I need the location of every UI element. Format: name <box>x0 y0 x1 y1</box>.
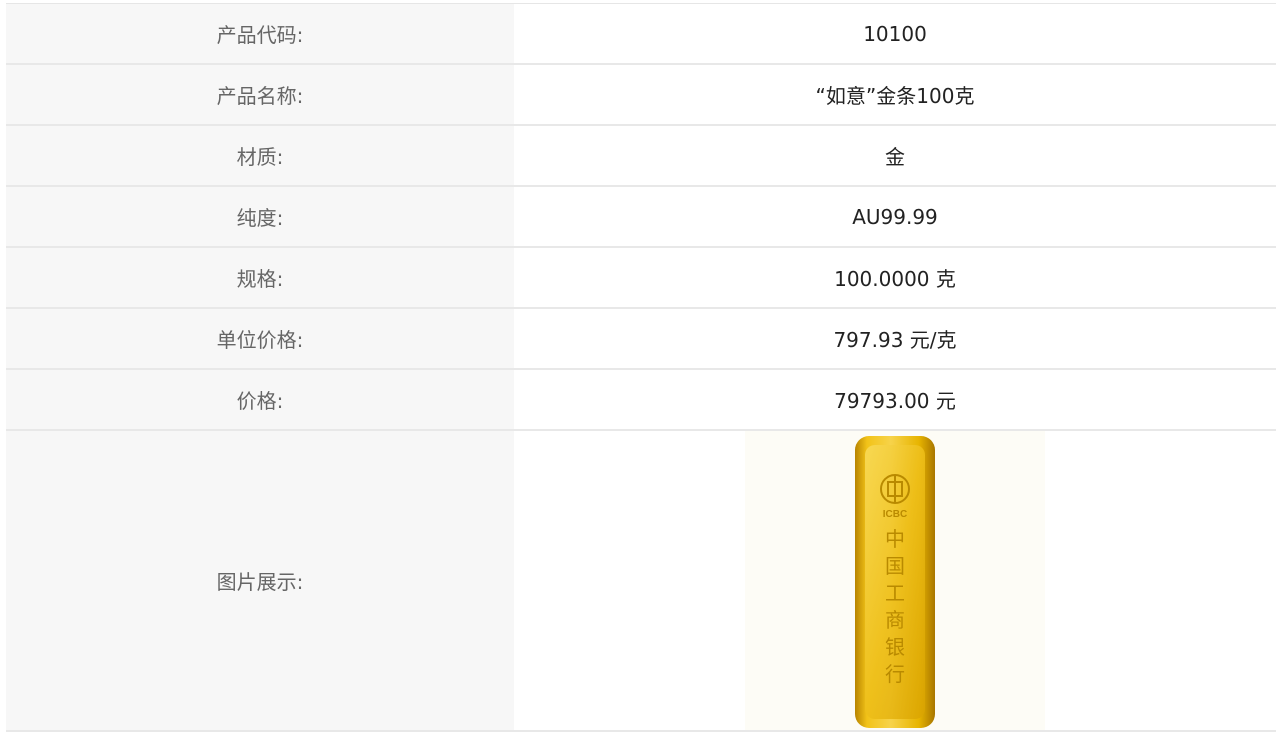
label-unit-price: 单位价格: <box>6 309 514 368</box>
bar-char-6: 行 <box>885 662 905 686</box>
bar-char-4: 商 <box>885 608 905 632</box>
bar-brand-text: ICBC <box>883 509 907 520</box>
value-product-code: 10100 <box>514 4 1276 63</box>
row-product-code: 产品代码: 10100 <box>6 4 1276 65</box>
bar-char-1: 中 <box>885 527 905 551</box>
value-product-name: “如意”金条100克 <box>514 65 1276 124</box>
bar-char-3: 工 <box>885 581 905 605</box>
product-detail-table: 产品代码: 10100 产品名称: “如意”金条100克 材质: 金 纯度: A… <box>6 3 1276 732</box>
value-purity: AU99.99 <box>514 187 1276 246</box>
row-material: 材质: 金 <box>6 126 1276 187</box>
gold-bar-image: ICBC 中 国 工 商 银 行 <box>745 431 1045 730</box>
label-material: 材质: <box>6 126 514 185</box>
row-price: 价格: 79793.00 元 <box>6 370 1276 431</box>
row-specification: 规格: 100.0000 克 <box>6 248 1276 309</box>
row-purity: 纯度: AU99.99 <box>6 187 1276 248</box>
value-price: 79793.00 元 <box>514 370 1276 429</box>
row-unit-price: 单位价格: 797.93 元/克 <box>6 309 1276 370</box>
value-material: 金 <box>514 126 1276 185</box>
label-product-name: 产品名称: <box>6 65 514 124</box>
label-price: 价格: <box>6 370 514 429</box>
value-unit-price: 797.93 元/克 <box>514 309 1276 368</box>
row-image-display: 图片展示: ICBC 中 国 工 商 银 行 <box>6 431 1276 732</box>
label-image-display: 图片展示: <box>6 431 514 730</box>
gold-bar-illustration: ICBC 中 国 工 商 银 行 <box>855 436 935 728</box>
label-specification: 规格: <box>6 248 514 307</box>
value-image-display: ICBC 中 国 工 商 银 行 <box>514 431 1276 730</box>
label-product-code: 产品代码: <box>6 4 514 63</box>
bar-char-2: 国 <box>885 554 905 578</box>
value-specification: 100.0000 克 <box>514 248 1276 307</box>
label-purity: 纯度: <box>6 187 514 246</box>
row-product-name: 产品名称: “如意”金条100克 <box>6 65 1276 126</box>
bar-char-5: 银 <box>885 635 905 659</box>
